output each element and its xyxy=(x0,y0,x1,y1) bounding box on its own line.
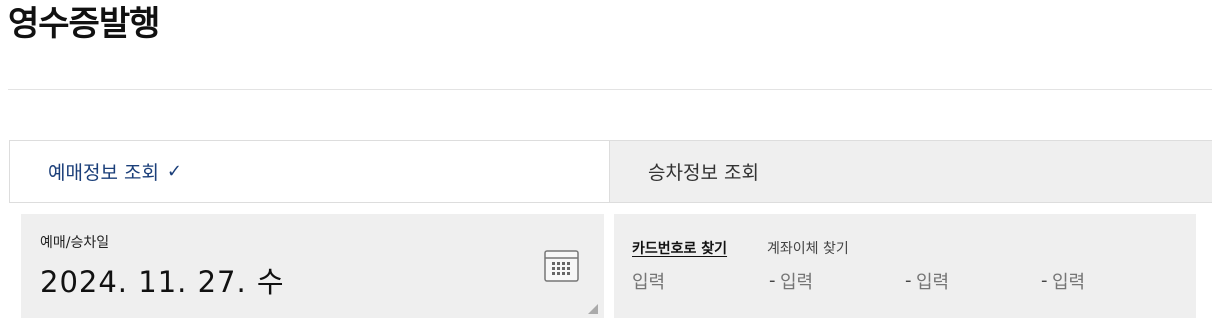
tab-boarding-lookup[interactable]: 승차정보 조회 xyxy=(609,141,1212,202)
card-number-field-1[interactable] xyxy=(632,272,742,293)
date-field-label: 예매/승차일 xyxy=(40,235,110,251)
card-number-field-4[interactable] xyxy=(1052,272,1162,293)
date-picker-field[interactable]: 예매/승차일 2024. 11. 27. 수 xyxy=(21,214,604,318)
search-by-transfer-tab[interactable]: 계좌이체 찾기 xyxy=(767,238,849,258)
tab-boarding-label: 승차정보 조회 xyxy=(648,162,759,184)
resize-corner-icon xyxy=(588,304,598,314)
card-number-separator: - xyxy=(1041,270,1048,291)
tab-reservation-lookup[interactable]: 예매정보 조회 ✓ xyxy=(10,141,609,202)
calendar-icon[interactable] xyxy=(544,250,579,282)
check-icon: ✓ xyxy=(166,161,183,182)
date-field-value[interactable]: 2024. 11. 27. 수 xyxy=(40,259,285,301)
card-number-separator: - xyxy=(769,270,776,291)
search-by-card-tab[interactable]: 카드번호로 찾기 xyxy=(632,238,727,258)
card-search-panel: 카드번호로 찾기 계좌이체 찾기 - - - xyxy=(614,214,1196,318)
tab-reservation-label: 예매정보 조회 xyxy=(48,162,159,184)
lookup-tabs: 예매정보 조회 ✓ 승차정보 조회 xyxy=(9,140,1212,203)
page-title: 영수증발행 xyxy=(8,4,160,44)
card-number-field-2[interactable] xyxy=(780,272,890,293)
card-number-separator: - xyxy=(905,270,912,291)
title-divider xyxy=(8,89,1212,90)
card-number-field-3[interactable] xyxy=(916,272,1026,293)
